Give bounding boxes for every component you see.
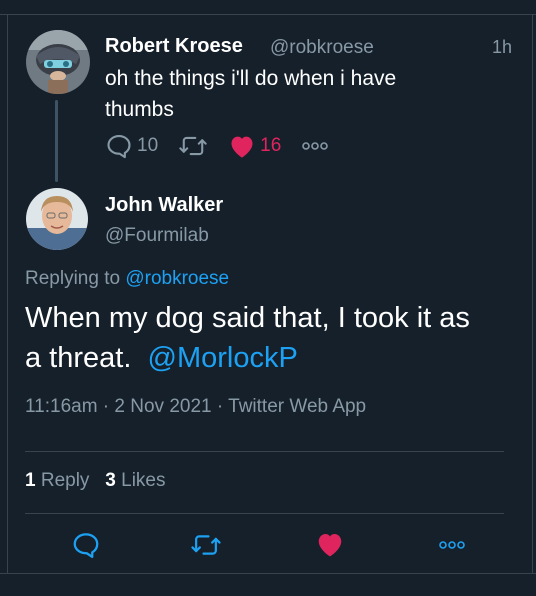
parent-reply-button[interactable]: 10 — [105, 132, 158, 160]
card-top-border — [0, 14, 536, 15]
reply-actions-bar — [25, 526, 504, 566]
parent-tweet-text-line1: oh the things i'll do when i have — [105, 67, 397, 90]
tweet-card: Robert Kroese @robkroese 1h oh the thing… — [0, 0, 536, 596]
heart-icon — [315, 534, 345, 562]
mention-link[interactable]: @MorlockP — [148, 342, 298, 374]
likes-count: 3 — [105, 470, 116, 491]
replying-to-line: Replying to @robkroese — [25, 268, 229, 290]
parent-author-handle[interactable]: @robkroese — [270, 37, 374, 59]
reply-button[interactable] — [71, 530, 101, 565]
divider-top — [25, 451, 504, 452]
likes-label: Likes — [121, 470, 166, 491]
retweet-icon — [190, 535, 222, 564]
heart-icon — [228, 133, 256, 159]
card-right-border — [532, 14, 533, 574]
parent-more-button[interactable] — [301, 140, 329, 152]
card-left-border — [7, 14, 8, 574]
parent-tweet-text-line2: thumbs — [105, 98, 174, 121]
more-dots-icon — [437, 538, 467, 555]
parent-retweet-button[interactable] — [178, 132, 208, 160]
robert-kroese-avatar[interactable] — [26, 30, 90, 94]
speech-bubble-icon — [71, 533, 101, 564]
retweet-button[interactable] — [190, 530, 222, 565]
reply-author-handle[interactable]: @Fourmilab — [105, 225, 209, 247]
thread-connector-line — [55, 100, 58, 182]
reply-author-name[interactable]: John Walker — [105, 194, 223, 217]
card-bottom-border — [0, 573, 536, 574]
replying-to-handle-link[interactable]: @robkroese — [125, 268, 229, 289]
replies-count: 1 — [25, 470, 36, 491]
speech-bubble-icon — [105, 132, 133, 160]
more-dots-icon — [301, 140, 329, 152]
reply-text-line1: When my dog said that, I took it as — [25, 302, 470, 334]
replies-stat[interactable]: 1 Reply — [25, 470, 89, 491]
john-walker-avatar[interactable] — [26, 188, 88, 250]
parent-like-button[interactable]: 16 — [228, 133, 281, 159]
likes-stat[interactable]: 3 Likes — [105, 470, 165, 491]
parent-reply-count: 10 — [137, 135, 159, 156]
retweet-icon — [178, 132, 208, 160]
reply-text-line2: a threat. @MorlockP — [25, 338, 525, 378]
more-button[interactable] — [437, 538, 467, 556]
engagement-stats: 1 Reply 3 Likes — [25, 470, 166, 492]
replies-label: Reply — [40, 470, 90, 491]
reply-text-line2-prefix: a threat. — [25, 342, 132, 374]
tweet-timestamp[interactable]: 11:16am · 2 Nov 2021 · Twitter Web App — [25, 396, 366, 418]
replying-to-prefix: Replying to — [25, 268, 121, 289]
like-button[interactable] — [315, 530, 345, 563]
parent-actions: 10 16 — [105, 130, 349, 162]
parent-like-count: 16 — [260, 135, 282, 156]
parent-time-ago[interactable]: 1h — [492, 37, 512, 58]
parent-author-name[interactable]: Robert Kroese — [105, 35, 243, 58]
divider-bottom — [25, 513, 504, 514]
reply-tweet-text: When my dog said that, I took it as a th… — [25, 298, 525, 378]
